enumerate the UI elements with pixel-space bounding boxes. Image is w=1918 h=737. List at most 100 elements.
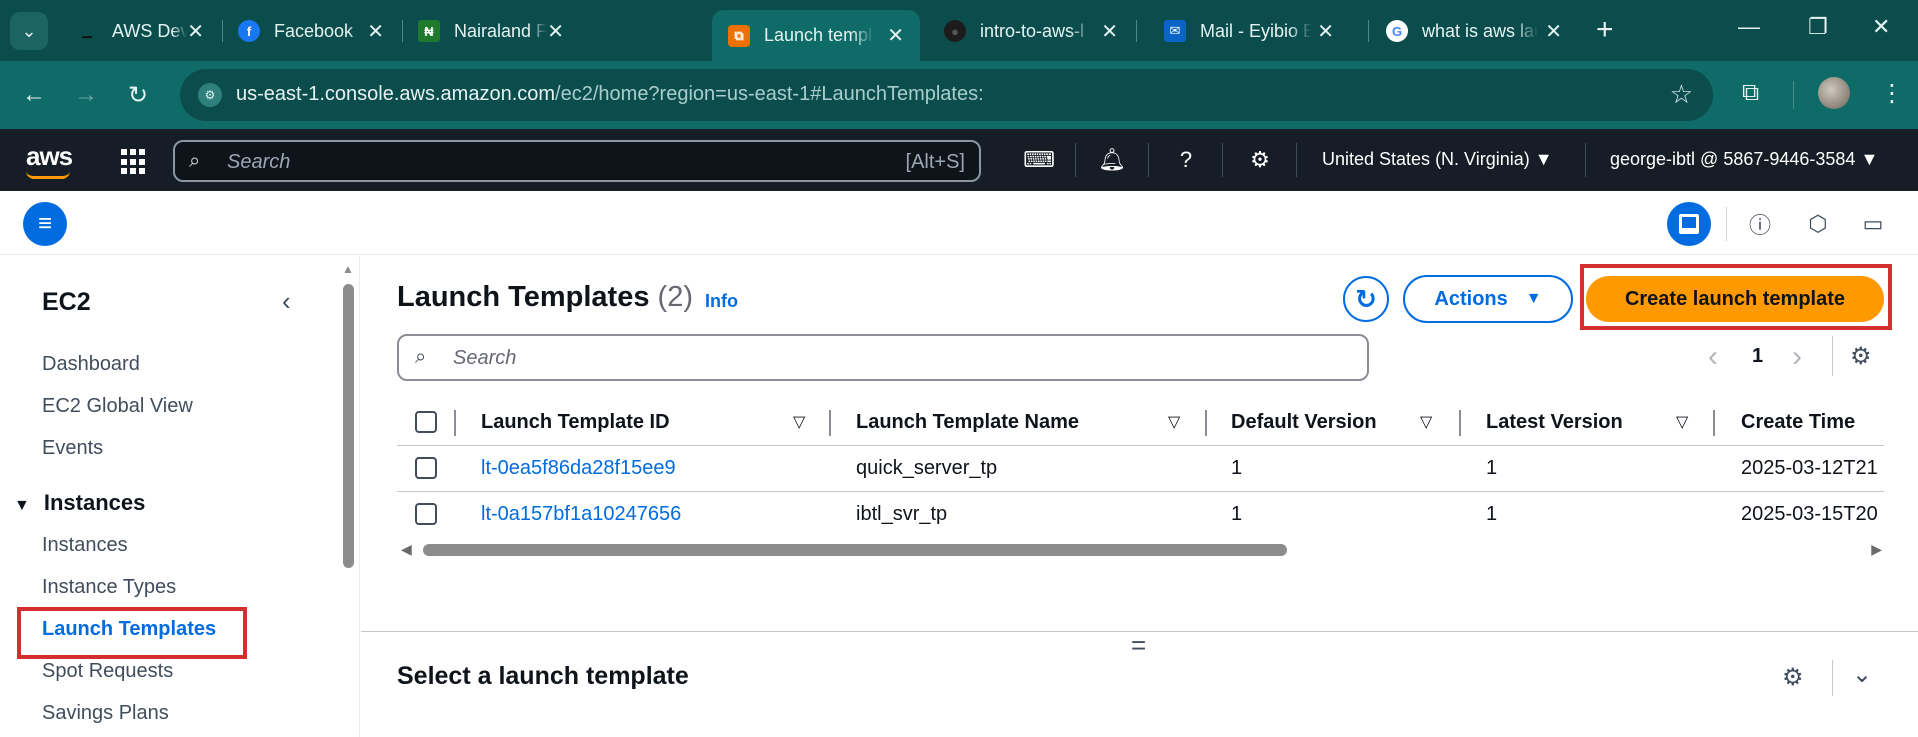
column-header-launch-template-name[interactable]: Launch Template Name: [856, 400, 1079, 445]
current-page-number[interactable]: 1: [1752, 345, 1763, 368]
column-divider[interactable]: [1205, 410, 1207, 436]
security-icon[interactable]: ⬡: [1803, 209, 1833, 239]
sidebar-item-instances[interactable]: Instances: [42, 534, 128, 557]
cloudshell-icon[interactable]: ⌨: [1023, 145, 1055, 175]
column-header-label: Launch Template ID: [481, 411, 670, 433]
sort-icon[interactable]: ▽: [793, 400, 805, 445]
settings-gear-icon[interactable]: ⚙: [1245, 145, 1275, 175]
sidebar-item-events[interactable]: Events: [42, 437, 103, 460]
collapse-sidebar-icon[interactable]: ‹: [282, 286, 291, 317]
panel-toggle-icon[interactable]: [1667, 202, 1711, 246]
reload-icon[interactable]: ↻: [128, 81, 148, 110]
browser-tab[interactable]: ₦ Nairaland Forum ✕: [402, 10, 580, 52]
browser-toolbar: ← → ↻ ⚙ us-east-1.console.aws.amazon.com…: [0, 61, 1918, 129]
bookmark-star-icon[interactable]: ☆: [1670, 79, 1693, 110]
tab-search-button[interactable]: ⌄: [10, 12, 48, 50]
close-window-icon[interactable]: ✕: [1872, 14, 1890, 40]
sidebar-item-instance-types[interactable]: Instance Types: [42, 576, 176, 599]
site-info-icon[interactable]: ⚙: [198, 83, 222, 107]
column-header-default-version[interactable]: Default Version: [1231, 400, 1377, 445]
scrollbar-thumb[interactable]: [343, 284, 354, 568]
browser-tab[interactable]: ● intro-to-aws-l ✕: [928, 10, 1134, 52]
sidebar-item-dashboard[interactable]: Dashboard: [42, 353, 140, 376]
tab-divider: [1368, 20, 1369, 42]
restore-icon[interactable]: ❐: [1808, 14, 1828, 40]
browser-tab[interactable]: f Facebook ✕: [222, 10, 400, 52]
previous-page-icon[interactable]: ‹: [1708, 340, 1718, 374]
caret-down-icon: ▼: [1525, 290, 1542, 307]
sidebar-section-instances[interactable]: ▼ Instances: [14, 490, 145, 516]
table-row[interactable]: lt-0a157bf1a10247656 ibtl_svr_tp 1 1 202…: [397, 492, 1884, 538]
info-link[interactable]: Info: [705, 291, 738, 312]
browser-tab[interactable]: ✉ Mail - Eyibio E ✕: [1148, 10, 1350, 52]
column-divider[interactable]: [1459, 410, 1461, 436]
tab-title: Launch templates: [764, 25, 874, 45]
sidebar-item-spot-requests[interactable]: Spot Requests: [42, 660, 173, 683]
next-page-icon[interactable]: ›: [1792, 340, 1802, 374]
item-count: (2): [657, 281, 693, 313]
forward-icon[interactable]: →: [74, 81, 98, 109]
browser-tab-active[interactable]: ⧉ Launch templates ✕: [712, 10, 920, 61]
sort-icon[interactable]: ▽: [1420, 400, 1432, 445]
close-icon[interactable]: ✕: [1545, 19, 1562, 44]
sort-icon[interactable]: ▽: [1168, 400, 1180, 445]
help-icon[interactable]: ?: [1171, 145, 1201, 175]
column-divider[interactable]: [829, 410, 831, 436]
table-settings-gear-icon[interactable]: ⚙: [1850, 342, 1872, 371]
close-icon[interactable]: ✕: [1101, 19, 1118, 44]
tab-title: Mail - Eyibio E: [1200, 20, 1312, 41]
sidebar-item-savings-plans[interactable]: Savings Plans: [42, 702, 169, 725]
tab-divider: [1136, 20, 1137, 42]
hamburger-menu-icon[interactable]: ≡: [23, 202, 67, 246]
services-grid-icon[interactable]: [121, 149, 147, 175]
browser-tab[interactable]: G what is aws lau ✕: [1370, 10, 1578, 52]
launch-template-id-link[interactable]: lt-0ea5f86da28f15ee9: [481, 457, 676, 480]
aws-logo[interactable]: aws: [26, 141, 73, 179]
table-horizontal-scrollbar[interactable]: ◀ ▶: [401, 541, 1882, 558]
sidebar-scrollbar[interactable]: ▲: [341, 262, 355, 737]
feedback-icon[interactable]: ▭: [1858, 209, 1888, 239]
column-divider[interactable]: [1713, 410, 1715, 436]
row-checkbox[interactable]: [415, 457, 437, 479]
aws-search-input[interactable]: ⌕ Search [Alt+S]: [173, 140, 981, 182]
more-menu-icon[interactable]: ⋮: [1880, 79, 1904, 108]
close-icon[interactable]: ✕: [367, 19, 384, 44]
sort-icon[interactable]: ▽: [1676, 400, 1688, 445]
back-icon[interactable]: ←: [22, 81, 46, 109]
launch-template-id-link[interactable]: lt-0a157bf1a10247656: [481, 503, 681, 526]
new-tab-icon[interactable]: +: [1596, 12, 1614, 48]
column-header-latest-version[interactable]: Latest Version: [1486, 400, 1623, 445]
actions-button[interactable]: Actions ▼: [1403, 275, 1573, 323]
close-icon[interactable]: ✕: [547, 19, 564, 44]
default-version: 1: [1231, 457, 1243, 479]
scroll-left-icon[interactable]: ◀: [401, 541, 412, 558]
row-checkbox[interactable]: [415, 503, 437, 525]
table-search-input[interactable]: ⌕ Search: [397, 334, 1369, 381]
close-icon[interactable]: ✕: [1317, 19, 1334, 44]
scroll-up-icon[interactable]: ▲: [342, 262, 354, 276]
chevron-down-icon[interactable]: ⌄: [1852, 660, 1872, 689]
select-all-checkbox[interactable]: [415, 411, 437, 433]
split-panel-settings-gear-icon[interactable]: ⚙: [1782, 663, 1804, 692]
aws-logo-text: aws: [26, 141, 73, 171]
close-icon[interactable]: ✕: [887, 23, 904, 48]
close-icon[interactable]: ✕: [187, 19, 204, 44]
aws-top-nav: aws ⌕ Search [Alt+S] ⌨ 🔔︎ ? ⚙ United Sta…: [0, 129, 1918, 191]
notifications-bell-icon[interactable]: 🔔︎: [1097, 145, 1127, 175]
column-header-launch-template-id[interactable]: Launch Template ID: [481, 400, 670, 445]
url-text[interactable]: us-east-1.console.aws.amazon.com/ec2/hom…: [236, 83, 984, 106]
extensions-icon[interactable]: ⧉: [1742, 79, 1759, 107]
sidebar-item-ec2-global-view[interactable]: EC2 Global View: [42, 395, 193, 418]
scroll-right-icon[interactable]: ▶: [1871, 541, 1882, 558]
address-bar[interactable]: ⚙ us-east-1.console.aws.amazon.com/ec2/h…: [180, 69, 1713, 121]
region-selector[interactable]: United States (N. Virginia) ▼: [1322, 149, 1553, 170]
minimize-icon[interactable]: —: [1738, 14, 1760, 40]
column-header-create-time[interactable]: Create Time: [1741, 400, 1855, 445]
split-panel-handle[interactable]: =: [1131, 630, 1146, 661]
account-menu[interactable]: george-ibtl @ 5867-9446-3584 ▼: [1610, 149, 1878, 170]
profile-avatar[interactable]: [1818, 77, 1850, 109]
refresh-button[interactable]: ↻: [1343, 276, 1389, 322]
browser-tab[interactable]: ▁ AWS DevOps | Learn ✕: [60, 10, 220, 52]
scrollbar-thumb[interactable]: [423, 544, 1287, 556]
info-icon[interactable]: ⓘ: [1745, 209, 1775, 239]
